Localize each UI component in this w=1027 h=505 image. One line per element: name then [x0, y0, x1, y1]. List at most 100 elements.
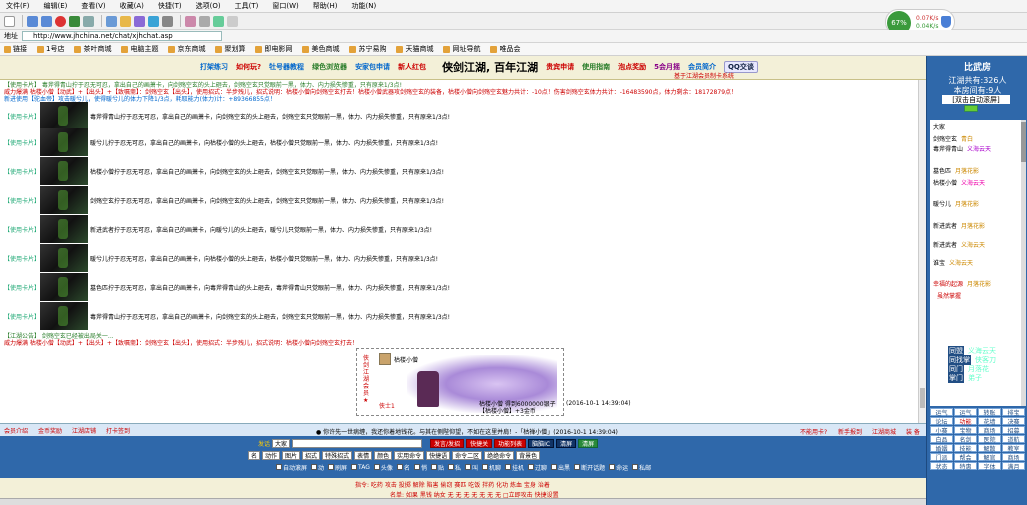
checkbox[interactable]: 机聊 [482, 463, 501, 472]
menu-file[interactable]: 文件(F) [6, 1, 30, 11]
search-icon[interactable] [106, 15, 117, 27]
bookmark-item[interactable]: 网址导航 [443, 44, 480, 54]
list-item[interactable]: 墓色匹 月落花影 [933, 166, 979, 175]
grid-button[interactable]: 决赛 [1002, 417, 1025, 426]
bookmark-item[interactable]: 美色商城 [302, 44, 339, 54]
menu-shortcuts[interactable]: 快捷(T) [158, 1, 182, 11]
checkbox[interactable]: 贴 [430, 463, 444, 472]
bookmark-item[interactable]: 苏宁易购 [349, 44, 386, 54]
link-guide[interactable]: 使用指南 [582, 62, 610, 72]
name-select[interactable]: 名 [248, 450, 261, 460]
checkbox[interactable]: TAG [351, 464, 370, 471]
settings-icon[interactable] [199, 15, 210, 27]
ultimate-command-select[interactable]: 绝绝命令 [484, 450, 515, 460]
checkbox[interactable]: 刷屏 [328, 463, 347, 472]
grid-button[interactable]: 解官 [978, 453, 1001, 462]
target-select[interactable]: 大家 [272, 438, 291, 448]
link-howto[interactable]: 如何玩? [236, 62, 261, 72]
checkbox[interactable]: 私 [447, 463, 461, 472]
speak-button[interactable]: 发言/发招 [430, 438, 465, 448]
checkbox[interactable]: 挂机 [505, 463, 524, 472]
link-equipment[interactable]: 装 备 [906, 427, 920, 436]
bookmark-item[interactable]: 唯品会 [490, 44, 520, 54]
forward-icon[interactable] [41, 15, 52, 27]
mail-icon[interactable] [148, 15, 159, 27]
checkbox[interactable]: 命运 [609, 463, 628, 472]
bookmark-item[interactable]: 聚划算 [215, 44, 245, 54]
new-tab-icon[interactable] [4, 15, 15, 27]
history-icon[interactable] [134, 15, 145, 27]
grid-button[interactable]: 论坛 [930, 417, 953, 426]
print-icon[interactable] [162, 15, 173, 27]
grid-button[interactable]: 状态 [930, 462, 953, 471]
emote-select[interactable]: 表情 [354, 450, 373, 460]
checkbox[interactable]: 过聊 [528, 463, 547, 472]
menu-tools[interactable]: 工具(T) [235, 1, 259, 11]
command-select[interactable]: 实用命令 [394, 450, 425, 460]
menu-view[interactable]: 查看(V) [81, 1, 105, 11]
grid-button[interactable]: 教室 [1002, 444, 1025, 453]
grid-button[interactable]: 排宝 [1002, 408, 1025, 417]
link-newbie-gift[interactable]: 新人红包 [398, 62, 426, 72]
user-list-scrollbar[interactable] [1021, 120, 1026, 406]
list-item[interactable]: 暖兮儿 月落花影 [933, 199, 979, 208]
list-item[interactable]: 新进武者 月落花影 [933, 221, 985, 230]
link-tutorial[interactable]: 牡号器教程 [269, 62, 304, 72]
menu-favorites[interactable]: 收藏(A) [120, 1, 144, 11]
menu-help[interactable]: 帮助(H) [313, 1, 338, 11]
address-input[interactable]: http://www.jhchina.net/chat/xjhchat.asp [22, 31, 222, 41]
bookmark-item[interactable]: 1号店 [37, 44, 64, 54]
menu-edit[interactable]: 编辑(E) [44, 1, 68, 11]
checkbox[interactable]: 叫 [464, 463, 478, 472]
list-item[interactable]: 虽然掌握 [933, 291, 961, 300]
checkbox[interactable]: 悄 [413, 463, 427, 472]
checkbox[interactable]: 名 [396, 463, 410, 472]
grid-button[interactable]: 花墙 [978, 417, 1001, 426]
link-gold-reward[interactable]: 金币奖励 [38, 426, 62, 435]
edit-icon[interactable] [185, 15, 196, 27]
checkbox[interactable]: 私邮 [632, 463, 651, 472]
grid-button[interactable]: 帮会 [954, 453, 977, 462]
list-item[interactable]: 新进武者 义海云天 [933, 240, 985, 249]
clear-screen-button[interactable]: 清屏 [556, 438, 577, 448]
user-everyone[interactable]: 大家 [933, 122, 945, 131]
grid-button[interactable]: 运气 [954, 408, 977, 417]
checkbox[interactable]: 动 [311, 463, 324, 472]
autoscroll-select[interactable]: [双击自动滚屏] [942, 95, 1010, 104]
command-line[interactable]: 指令: 吃药 攻击 投掷 解除 陷害 偷窃 赛匹 吃饭 拌药 化功 炼血 宝身 … [355, 480, 550, 489]
grid-button[interactable]: 功能 [954, 417, 977, 426]
grid-button[interactable]: 名剑 [954, 435, 977, 444]
checkbox[interactable]: 断开话题 [574, 463, 605, 472]
link-practice[interactable]: 打架练习 [200, 62, 228, 72]
grid-button[interactable]: 宝物 [954, 426, 977, 435]
checkbox[interactable]: 头像 [373, 463, 393, 472]
enter-button[interactable] [964, 105, 978, 112]
grid-button[interactable]: 小赛 [930, 426, 953, 435]
link-vip-apply[interactable]: 贵宾申请 [546, 62, 574, 72]
grid-button[interactable]: 招募 [1002, 426, 1025, 435]
info-button[interactable]: 脑脑IC [528, 438, 555, 448]
menu-functions[interactable]: 功能(N) [352, 1, 377, 11]
grid-button[interactable]: 婚姻 [930, 444, 953, 453]
back-icon[interactable] [27, 15, 38, 27]
link-home-apply[interactable]: 安家包申请 [355, 62, 390, 72]
grid-button[interactable]: 技能 [954, 444, 977, 453]
chat-scrollbar[interactable] [918, 80, 926, 423]
link-points-reward[interactable]: 泡点奖励 [618, 62, 646, 72]
quick-phrase-select[interactable]: 快捷语 [426, 450, 451, 460]
home-icon[interactable] [83, 15, 94, 27]
checkbox[interactable]: 出黑 [551, 463, 570, 472]
link-green-browser[interactable]: 绿色浏览器 [312, 62, 347, 72]
action-select[interactable]: 动作 [262, 450, 281, 460]
refresh-icon[interactable] [69, 15, 80, 27]
scroll-thumb[interactable] [920, 388, 925, 408]
list-item[interactable]: 幸福的起源 月落花影 [933, 279, 991, 288]
list-item[interactable]: 剑殇空玄 青白 [933, 134, 973, 143]
quick-close-button[interactable]: 快捷关 [466, 438, 493, 448]
menu-options[interactable]: 选项(O) [196, 1, 221, 11]
bookmark-item[interactable]: 电脑主题 [121, 44, 158, 54]
grid-button[interactable]: 转账 [978, 408, 1001, 417]
list-item[interactable]: 枯楼小僧 义海云天 [933, 178, 985, 187]
special-skill-select[interactable]: 特殊招式 [322, 450, 353, 460]
favorites-icon[interactable] [120, 15, 131, 27]
